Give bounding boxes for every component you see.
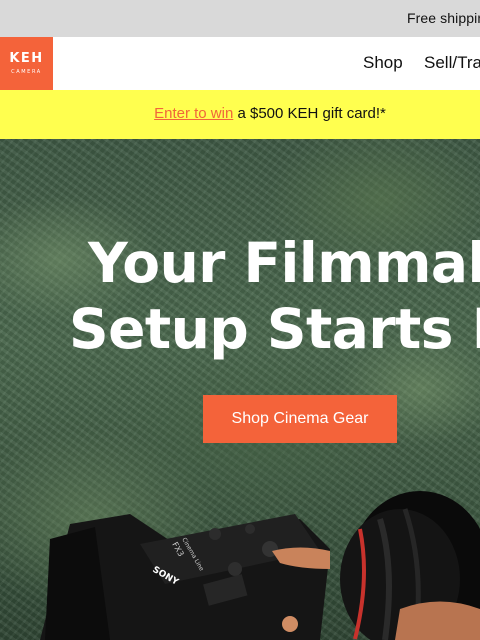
- promo-text: a $500 KEH gift card!*: [233, 105, 386, 122]
- shop-cinema-gear-button[interactable]: Shop Cinema Gear: [203, 395, 397, 443]
- promo-banner: Enter to win a $500 KEH gift card!*: [0, 90, 480, 139]
- keh-logo[interactable]: KEH CAMERA: [0, 37, 53, 90]
- hero-title-line-2: Setup Starts Her: [69, 297, 480, 361]
- nav-sell-trade[interactable]: Sell/Tra: [424, 53, 480, 73]
- camera-image: SONY Cinema Line FX3: [40, 491, 480, 640]
- nav-shop[interactable]: Shop: [363, 53, 403, 73]
- hero-banner: SONY Cinema Line FX3 Your Filmmakin Setu…: [0, 139, 480, 640]
- enter-to-win-link[interactable]: Enter to win: [154, 105, 233, 122]
- logo-wordmark: KEH: [9, 51, 44, 66]
- announcement-text: Free shippin: [407, 10, 480, 26]
- site-header: KEH CAMERA Shop Sell/Tra: [0, 37, 480, 90]
- logo-subtitle: CAMERA: [11, 69, 42, 75]
- announcement-bar: Free shippin: [0, 0, 480, 37]
- hero-title-line-1: Your Filmmakin: [88, 231, 480, 295]
- promo-message: Enter to win a $500 KEH gift card!*: [0, 105, 480, 122]
